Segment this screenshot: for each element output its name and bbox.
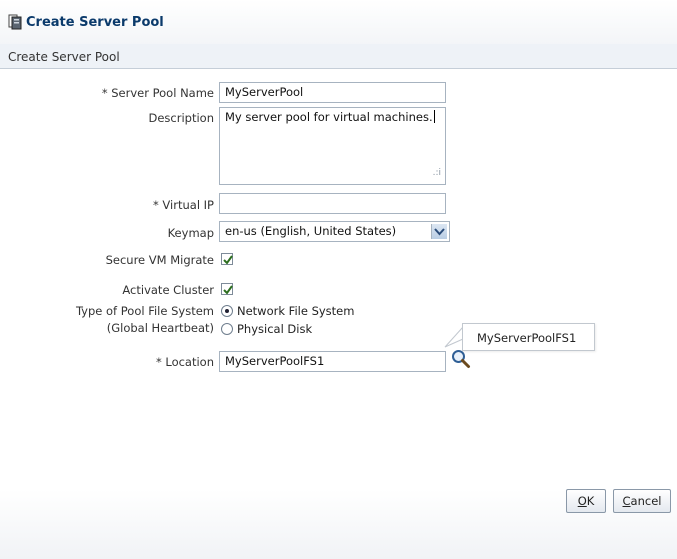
ok-label-rest: K [586, 494, 595, 508]
text-caret [433, 110, 435, 123]
checkmark-icon [223, 285, 233, 295]
cancel-label-rest: ancel [630, 494, 662, 508]
keymap-selected-value: en-us (English, United States) [225, 224, 397, 238]
resize-grip-icon[interactable]: .:i [433, 166, 441, 181]
chevron-down-icon[interactable] [431, 224, 447, 239]
global-heartbeat-label: (Global Heartbeat) [106, 321, 214, 335]
description-label: Description [148, 111, 215, 125]
server-pool-name-label: * Server Pool Name [101, 86, 214, 100]
cancel-mnemonic: C [622, 494, 631, 508]
dialog-title: Create Server Pool [26, 15, 164, 30]
virtual-ip-label: * Virtual IP [153, 198, 214, 212]
checkmark-icon [223, 255, 233, 265]
location-label: * Location [155, 355, 214, 369]
pool-fs-type-label: Type of Pool File System [75, 304, 214, 318]
activate-cluster-checkbox[interactable] [221, 283, 233, 295]
description-text: My server pool for virtual machines. [225, 110, 433, 124]
location-tooltip: MyServerPoolFS1 [462, 323, 595, 351]
virtual-ip-input[interactable] [219, 193, 446, 214]
radio-physical-disk[interactable] [221, 323, 233, 335]
dialog-titlebar: Create Server Pool [0, 0, 677, 44]
radio-selected-dot [225, 309, 229, 313]
keymap-select[interactable]: en-us (English, United States) [219, 221, 450, 242]
keymap-label: Keymap [167, 226, 214, 240]
search-icon[interactable] [451, 349, 471, 369]
ok-button[interactable]: OK [566, 489, 606, 513]
activate-cluster-label: Activate Cluster [122, 283, 214, 297]
secure-vm-migrate-checkbox[interactable] [221, 253, 233, 265]
server-pool-name-input[interactable]: MyServerPool [219, 82, 446, 103]
server-pool-icon [8, 14, 22, 30]
cancel-button[interactable]: Cancel [613, 489, 671, 513]
description-textarea[interactable]: My server pool for virtual machines. .:i [219, 107, 446, 185]
subheader: Create Server Pool [0, 44, 677, 69]
radio-label-network-file-system[interactable]: Network File System [237, 304, 354, 318]
radio-label-physical-disk[interactable]: Physical Disk [237, 322, 312, 336]
location-input[interactable]: MyServerPoolFS1 [219, 351, 446, 372]
subheader-title: Create Server Pool [8, 50, 120, 64]
secure-vm-migrate-label: Secure VM Migrate [105, 253, 214, 267]
ok-mnemonic: O [577, 494, 587, 508]
radio-network-file-system[interactable] [221, 305, 233, 317]
